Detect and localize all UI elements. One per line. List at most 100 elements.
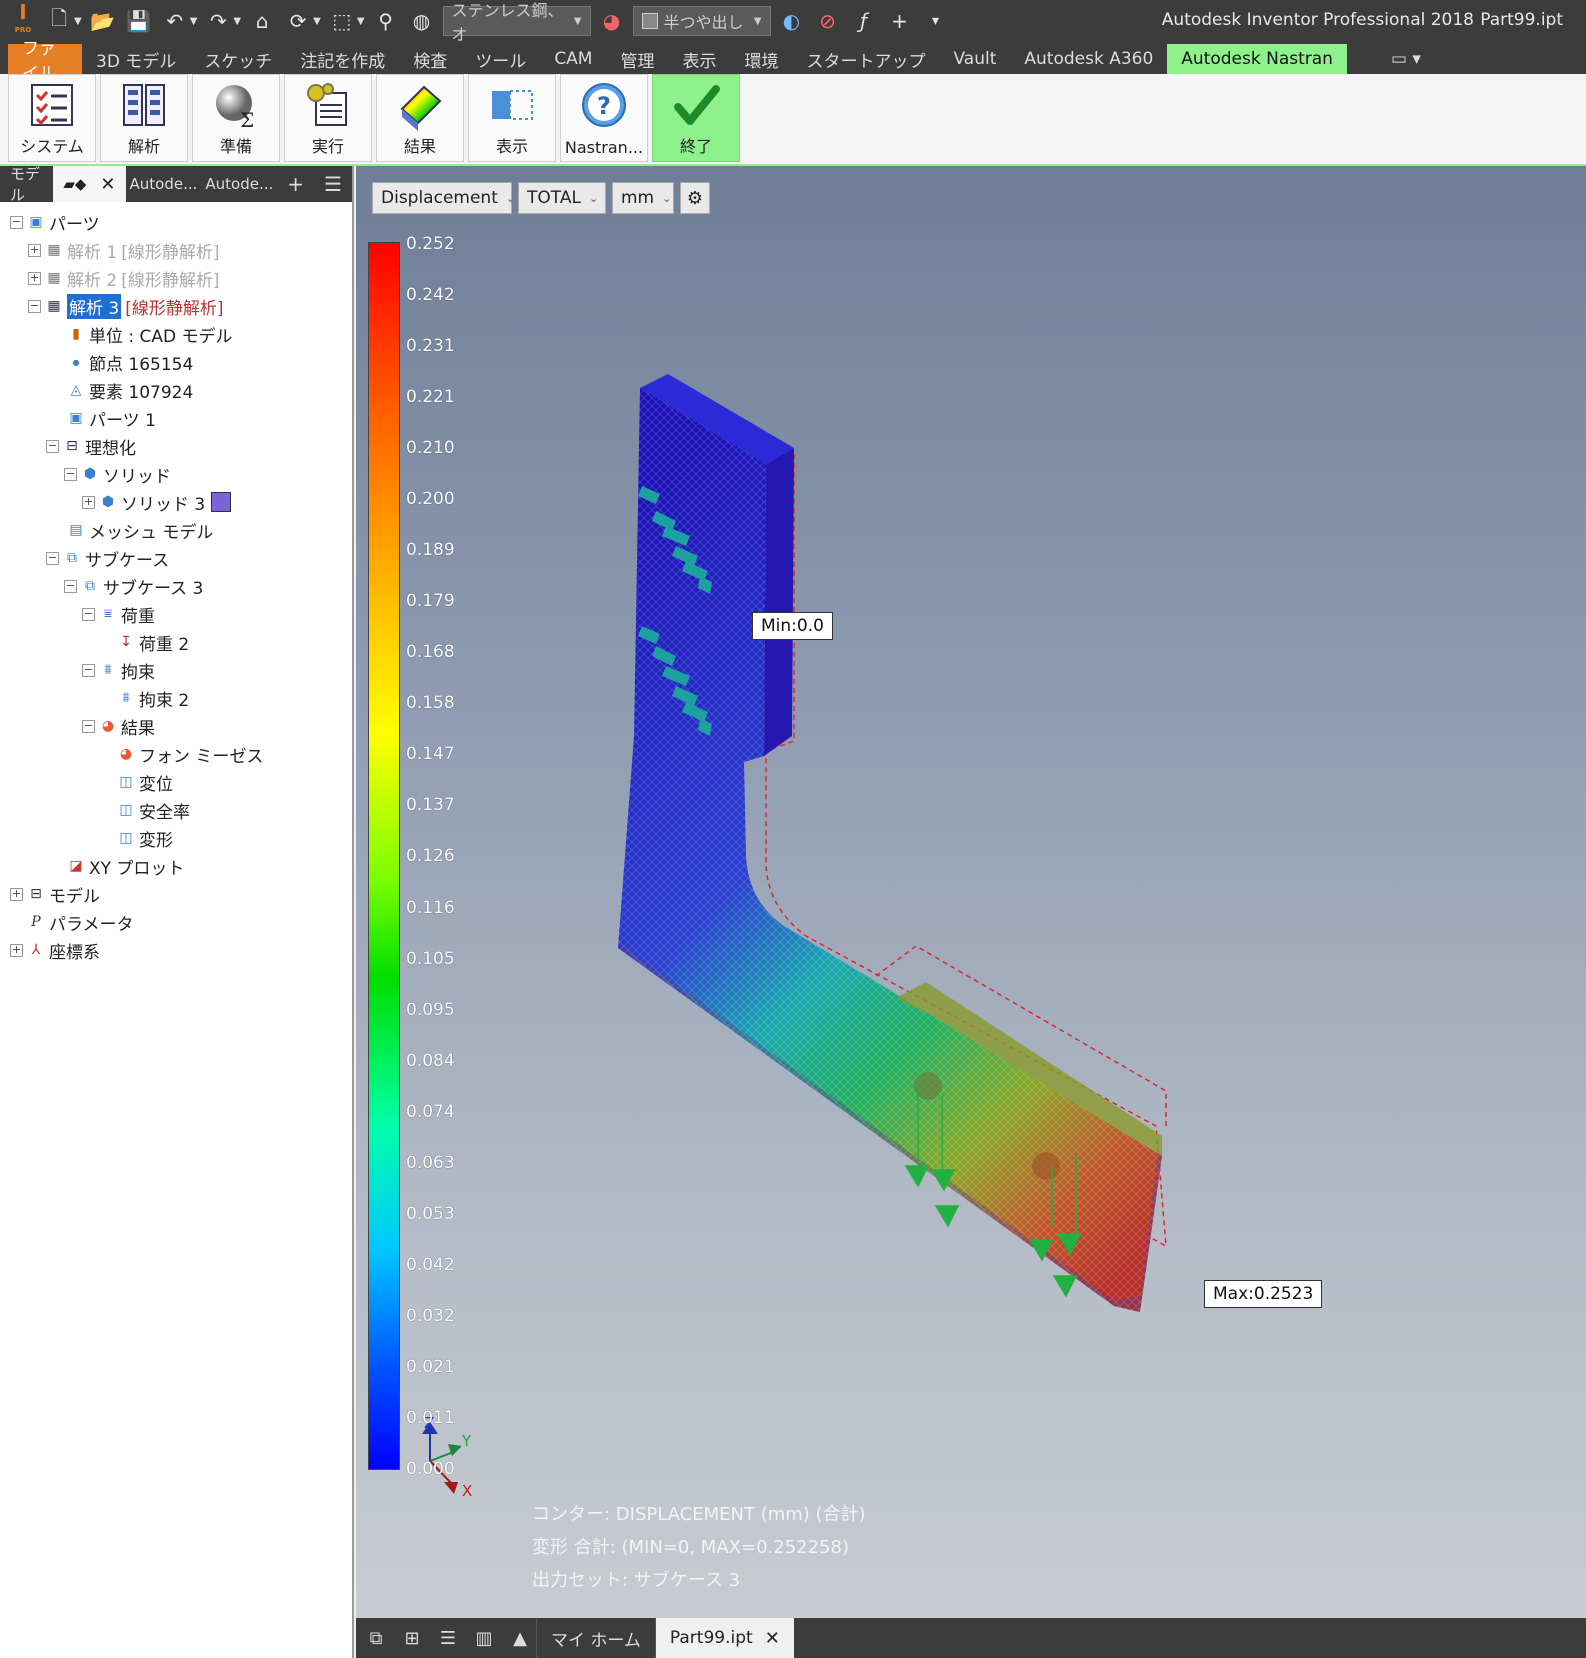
collapse-icon[interactable]: − (64, 579, 77, 593)
tab-annotate[interactable]: 注記を作成 (286, 44, 399, 74)
close-icon[interactable]: ✕ (765, 1628, 780, 1649)
analysis-button[interactable]: 解析 (100, 74, 188, 162)
undo-dropdown-icon[interactable]: ▼ (190, 16, 198, 27)
tree-node-displacement[interactable]: ◫ 変位 (0, 768, 352, 796)
select-icon[interactable]: ⬚ (327, 6, 357, 36)
collapse-icon[interactable]: − (46, 439, 59, 453)
tree-node-analysis-3[interactable]: − ▦ 解析 3 [線形静解析] (0, 292, 352, 320)
tile-windows-icon[interactable]: ⊞ (396, 1622, 428, 1654)
redo-dropdown-icon[interactable]: ▼ (233, 16, 241, 27)
update-dropdown-icon[interactable]: ▼ (313, 16, 321, 27)
tab-cam[interactable]: CAM (540, 44, 606, 74)
tree-node-safety-factor[interactable]: ◫ 安全率 (0, 796, 352, 824)
tab-sketch[interactable]: スケッチ (190, 44, 286, 74)
collapse-icon[interactable]: − (28, 299, 41, 313)
component-select[interactable]: TOTAL ⌄ (518, 182, 606, 214)
finish-button[interactable]: 終了 (652, 74, 740, 162)
app-logo-icon[interactable]: I PRO (8, 2, 38, 36)
prepare-button[interactable]: Σ 準備 (192, 74, 280, 162)
tab-nastran[interactable]: Autodesk Nastran (1167, 44, 1347, 74)
tab-part99[interactable]: Part99.ipt ✕ (654, 1618, 794, 1658)
tile-vertical-icon[interactable]: ▥ (468, 1622, 500, 1654)
redo-icon[interactable]: ↷ (203, 6, 233, 36)
tab-inspect[interactable]: 検査 (399, 44, 461, 74)
cascade-windows-icon[interactable]: ⧉ (360, 1622, 392, 1654)
adjust-appearance-icon[interactable]: ◐ (777, 6, 807, 36)
tree-node-model[interactable]: + ⊟ モデル (0, 880, 352, 908)
tree-node-solid-3[interactable]: + ⬢ ソリッド 3 (0, 488, 352, 516)
tree-node-subcases[interactable]: − ⧉ サブケース (0, 544, 352, 572)
tab-manage[interactable]: 管理 (606, 44, 668, 74)
tree-node-subcase-3[interactable]: − ⧉ サブケース 3 (0, 572, 352, 600)
tree-node-deformation[interactable]: ◫ 変形 (0, 824, 352, 852)
measure-icon[interactable]: ⚲ (371, 6, 401, 36)
unit-select[interactable]: mm ⌄ (612, 182, 674, 214)
open-icon[interactable]: 📂 (88, 6, 118, 36)
tree-node-solid[interactable]: − ⬢ ソリッド (0, 460, 352, 488)
add-tab-icon[interactable]: + (277, 166, 314, 202)
tree-node-parameters[interactable]: P パラメータ (0, 908, 352, 936)
tree-node-constraint-2[interactable]: ⩩ 拘束 2 (0, 684, 352, 712)
tab-environments[interactable]: 環境 (730, 44, 792, 74)
tab-autodesk-2[interactable]: Autode... (201, 166, 277, 202)
tree-node-constraints[interactable]: − ⩩ 拘束 (0, 656, 352, 684)
color-wheel-icon[interactable]: ◕ (597, 6, 627, 36)
expand-icon[interactable]: + (10, 887, 23, 901)
undo-icon[interactable]: ↶ (160, 6, 190, 36)
tree-node-analysis-2[interactable]: + ▦ 解析 2 [線形静解析] (0, 264, 352, 292)
close-icon[interactable]: ✕ (100, 174, 115, 195)
expand-icon[interactable]: + (28, 271, 41, 285)
tree-node-nodes[interactable]: ● 節点 165154 (0, 348, 352, 376)
tab-nastran-browser[interactable]: ▰◆ ✕ (53, 166, 126, 202)
fea-model-view[interactable]: Z Y X (356, 166, 1586, 1618)
material-sphere-icon[interactable]: ◍ (407, 6, 437, 36)
new-dropdown-icon[interactable]: ▼ (74, 16, 82, 27)
add-icon[interactable]: + (885, 6, 915, 36)
results-button[interactable]: 結果 (376, 74, 464, 162)
tree-node-loads[interactable]: − ⩸ 荷重 (0, 600, 352, 628)
tree-node-von-mises[interactable]: ◕ フォン ミーゼス (0, 740, 352, 768)
tree-node-analysis-1[interactable]: + ▦ 解析 1 [線形静解析] (0, 236, 352, 264)
tree-node-coordinate-systems[interactable]: + ⅄ 座標系 (0, 936, 352, 964)
tile-horizontal-icon[interactable]: ☰ (432, 1622, 464, 1654)
collapse-icon[interactable]: − (82, 607, 95, 621)
home-icon[interactable]: ⌂ (247, 6, 277, 36)
tree-node-units[interactable]: ▮ 単位 : CAD モデル (0, 320, 352, 348)
tab-vault[interactable]: Vault (939, 44, 1010, 74)
material-combo[interactable]: ステンレス鋼、オ ▼ (442, 1, 591, 44)
ribbon-display-toggle-icon[interactable]: ▭ ▾ (1377, 44, 1435, 74)
tree-node-load-2[interactable]: ↧ 荷重 2 (0, 628, 352, 656)
select-dropdown-icon[interactable]: ▼ (357, 16, 365, 27)
collapse-icon[interactable]: − (82, 663, 95, 677)
expand-icon[interactable]: + (82, 495, 95, 509)
tab-model[interactable]: モデル (0, 165, 53, 204)
appearance-combo[interactable]: 半つや出し ▼ (632, 6, 771, 36)
collapse-icon[interactable]: − (64, 467, 77, 481)
tab-tools[interactable]: ツール (461, 44, 540, 74)
collapse-icon[interactable]: − (10, 215, 23, 229)
result-type-select[interactable]: Displacement ⌄ (372, 182, 515, 214)
display-button[interactable]: 表示 (468, 74, 556, 162)
tree-node-mesh-model[interactable]: ▤ メッシュ モデル (0, 516, 352, 544)
update-icon[interactable]: ⟳ (283, 6, 313, 36)
tree-node-parts[interactable]: − ▣ パーツ (0, 208, 352, 236)
tab-a360[interactable]: Autodesk A360 (1010, 44, 1167, 74)
clear-appearance-icon[interactable]: ⊘ (813, 6, 843, 36)
graphics-viewport[interactable]: Z Y X Displacement ⌄ TOTAL ⌄ mm ⌄ ⚙ 0.252 0.… (356, 166, 1586, 1618)
gear-icon[interactable]: ⚙ (680, 182, 710, 214)
tree-node-idealization[interactable]: − ⊟ 理想化 (0, 432, 352, 460)
collapse-icon[interactable]: − (82, 719, 95, 733)
tab-my-home[interactable]: マイ ホーム (536, 1618, 655, 1658)
nastran-help-button[interactable]: ? Nastran... (560, 74, 648, 162)
tab-3d-model[interactable]: 3D モデル (82, 44, 190, 74)
tab-getstarted[interactable]: スタートアップ (792, 44, 939, 74)
collapse-icon[interactable]: − (46, 551, 59, 565)
system-button[interactable]: システム (8, 74, 96, 162)
customize-dropdown-icon[interactable]: ▾ (921, 6, 951, 36)
tab-autodesk-1[interactable]: Autode... (126, 166, 202, 202)
tab-file[interactable]: ファイル (8, 39, 82, 84)
tree-node-xy-plot[interactable]: ◪ XY プロット (0, 852, 352, 880)
arrange-up-icon[interactable]: ▲ (504, 1622, 536, 1654)
tree-node-part-1[interactable]: ▣ パーツ 1 (0, 404, 352, 432)
new-file-icon[interactable]: 🗋 (44, 6, 74, 36)
